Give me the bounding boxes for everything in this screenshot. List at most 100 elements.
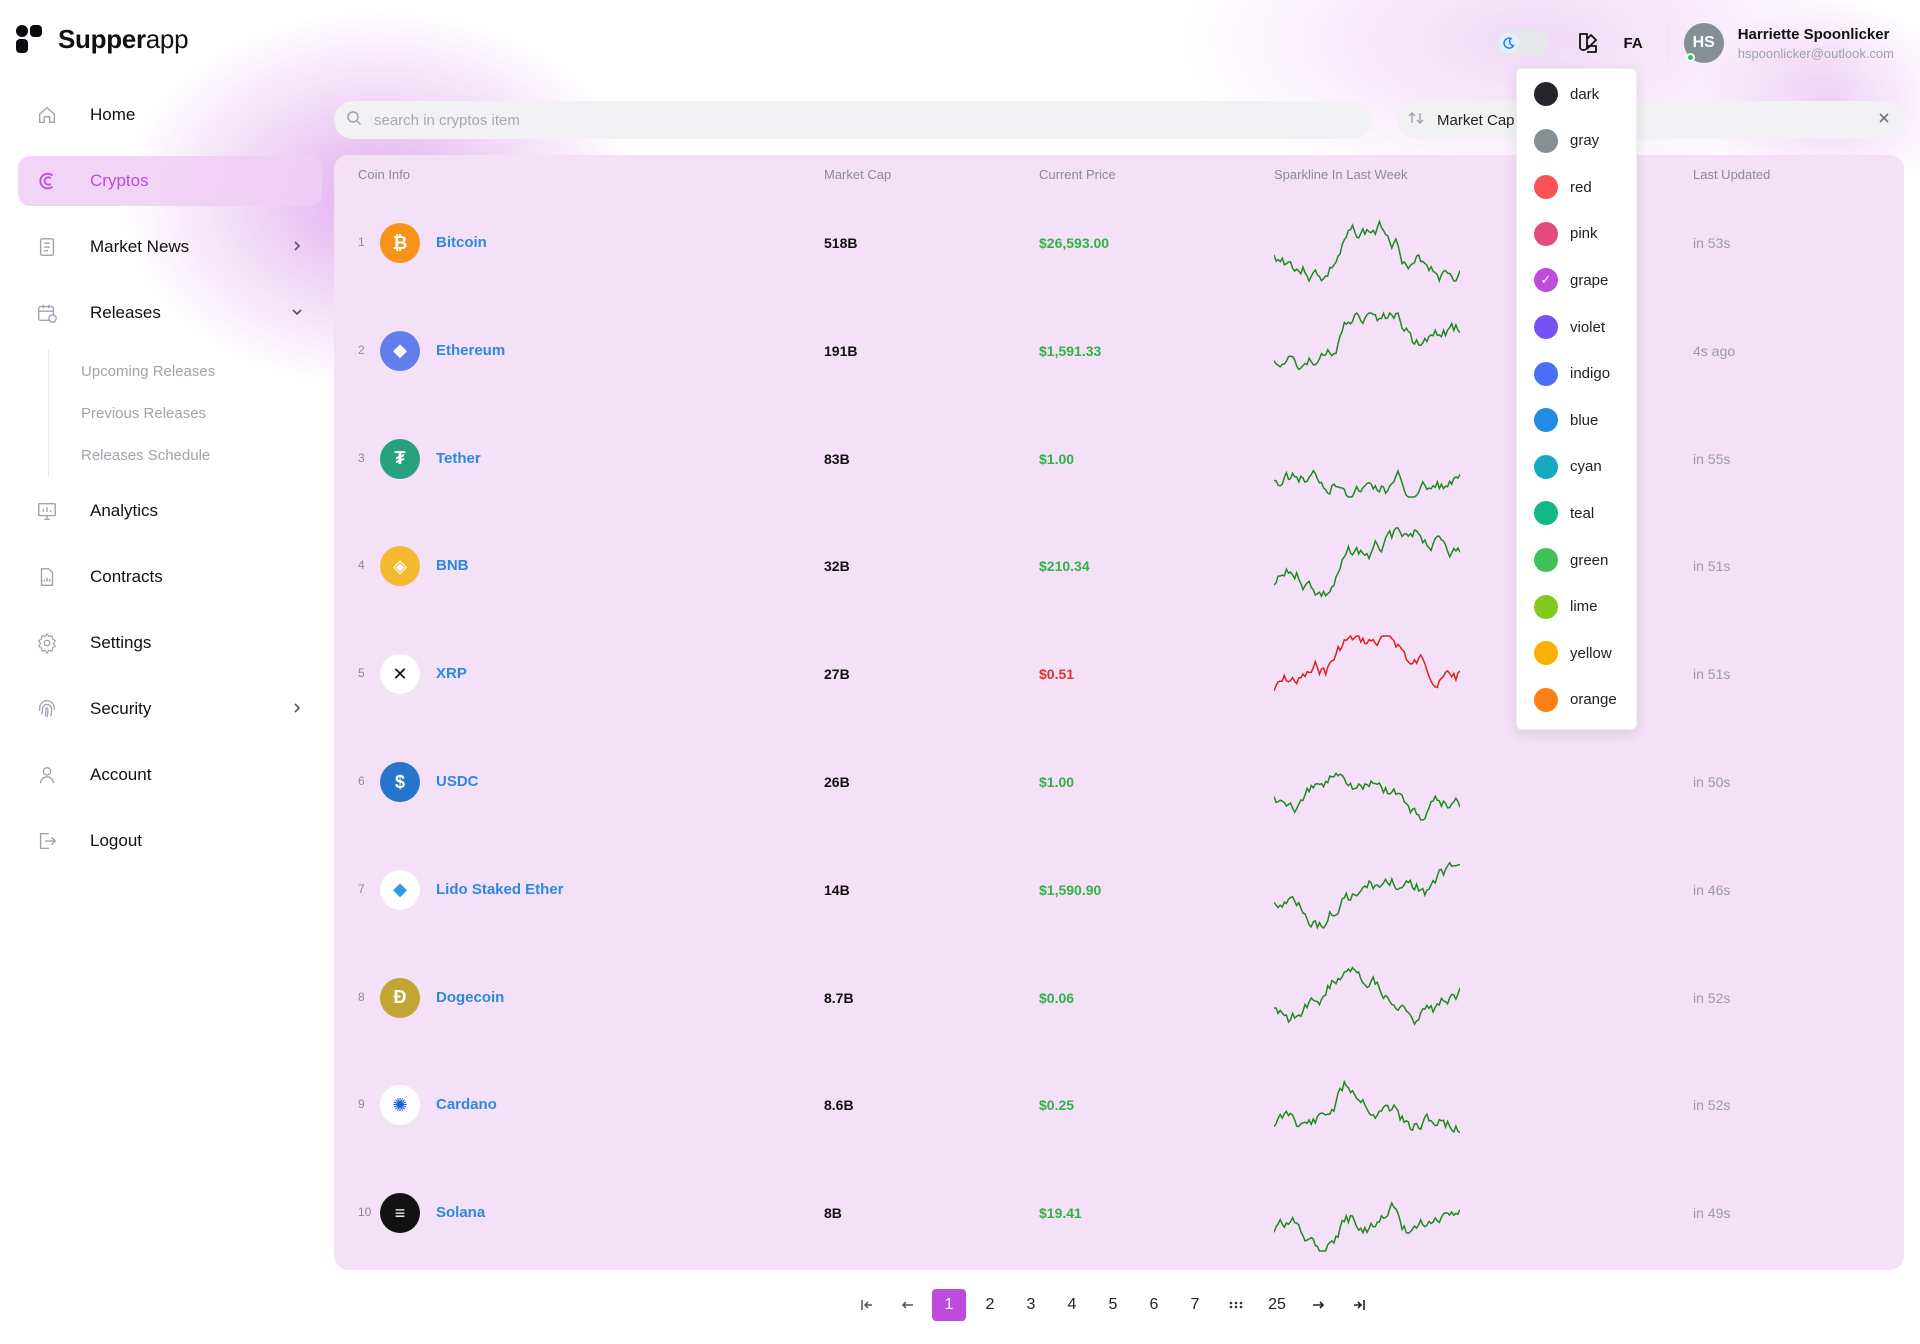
market-cap-value: 8B (824, 1205, 842, 1222)
column-header[interactable]: Current Price (1039, 167, 1116, 182)
last-updated-value: in 49s (1693, 1205, 1731, 1222)
sidebar-item-market-news[interactable]: Market News (18, 222, 322, 272)
market-cap-value: 26B (824, 774, 850, 790)
color-option-red[interactable]: red (1517, 168, 1636, 206)
coin-name-link[interactable]: Bitcoin (436, 234, 487, 251)
sidebar-subitem-upcoming-releases[interactable]: Upcoming Releases (81, 350, 322, 392)
coin-name-link[interactable]: USDC (436, 773, 479, 790)
sidebar-item-logout[interactable]: Logout (18, 816, 322, 866)
color-option-orange[interactable]: orange (1517, 681, 1636, 719)
market-cap-value: 191B (824, 342, 858, 359)
prev-page-button[interactable] (891, 1289, 925, 1321)
page-button-1[interactable]: 1 (932, 1289, 966, 1321)
coin-name-link[interactable]: Tether (436, 450, 481, 467)
column-header[interactable]: Last Updated (1693, 167, 1770, 182)
sidebar-item-contracts[interactable]: Contracts (18, 552, 322, 602)
online-status-dot (1685, 53, 1695, 62)
color-option-cyan[interactable]: cyan (1517, 448, 1636, 486)
coin-name-link[interactable]: Ethereum (436, 342, 505, 359)
page-button-25[interactable]: 25 (1260, 1289, 1294, 1321)
table-row[interactable]: 10 ≡ Solana 8B $19.41 in 49s (334, 1165, 1904, 1270)
crypto-icon (30, 170, 64, 192)
page-button-7[interactable]: 7 (1178, 1289, 1212, 1321)
chevron-down-icon (290, 305, 304, 324)
sparkline-path (1274, 965, 1460, 1026)
clear-sort-icon[interactable] (1877, 111, 1891, 130)
coin-name-link[interactable]: Cardano (436, 1096, 497, 1113)
page-button-6[interactable]: 6 (1137, 1289, 1171, 1321)
column-header[interactable]: Coin Info (358, 167, 410, 182)
sparkline-chart (1274, 861, 1460, 930)
color-option-teal[interactable]: teal (1517, 494, 1636, 532)
color-option-label: red (1570, 178, 1592, 196)
rank-number: 7 (358, 881, 365, 896)
table-row[interactable]: 3 ₮ Tether 83B $1.00 in 55s (334, 411, 1904, 518)
current-price-value: $26,593.00 (1039, 235, 1110, 251)
color-option-yellow[interactable]: yellow (1517, 634, 1636, 672)
color-palette-button[interactable] (1574, 29, 1602, 57)
app-logo[interactable]: Supperapp (16, 24, 189, 55)
search-input[interactable] (374, 111, 1274, 129)
rank-number: 1 (358, 235, 365, 249)
current-price-value: $0.51 (1039, 666, 1075, 683)
page-button-3[interactable]: 3 (1014, 1289, 1048, 1321)
color-option-grape[interactable]: ✓ grape (1517, 261, 1636, 299)
language-button[interactable]: FA (1624, 35, 1643, 52)
table-row[interactable]: 2 ◆ Ethereum 191B $1,591.33 4s ago (334, 303, 1904, 410)
current-price-value: $0.06 (1039, 989, 1075, 1006)
fingerprint-icon (30, 698, 64, 720)
sidebar-subitem-previous-releases[interactable]: Previous Releases (81, 392, 322, 434)
color-option-blue[interactable]: blue (1517, 401, 1636, 439)
first-page-button[interactable] (850, 1289, 884, 1321)
sidebar: Home Cryptos Market News Releases Upcomi… (18, 90, 322, 882)
page-button-4[interactable]: 4 (1055, 1289, 1089, 1321)
sidebar-item-releases[interactable]: Releases (18, 288, 322, 338)
last-updated-value: in 52s (1693, 989, 1731, 1006)
last-page-button[interactable] (1342, 1289, 1376, 1321)
next-page-button[interactable] (1301, 1289, 1335, 1321)
color-option-dark[interactable]: dark (1517, 75, 1636, 113)
table-row[interactable]: 9 ✺ Cardano 8.6B $0.25 in 52s (334, 1057, 1904, 1164)
coin-name-link[interactable]: Lido Staked Ether (436, 881, 564, 898)
sidebar-item-home[interactable]: Home (18, 90, 322, 140)
color-option-green[interactable]: green (1517, 541, 1636, 579)
color-option-lime[interactable]: lime (1517, 588, 1636, 626)
sparkline-path (1274, 861, 1460, 930)
coin-name-link[interactable]: Dogecoin (436, 989, 504, 1006)
color-option-indigo[interactable]: indigo (1517, 355, 1636, 393)
color-option-gray[interactable]: gray (1517, 122, 1636, 160)
table-row[interactable]: 7 ◆ Lido Staked Ether 14B $1,590.90 in 4… (334, 842, 1904, 949)
table-row[interactable]: 8 Ð Dogecoin 8.7B $0.06 in 52s (334, 950, 1904, 1057)
column-header[interactable]: Sparkline In Last Week (1274, 167, 1407, 182)
logout-icon (30, 830, 64, 852)
sidebar-item-settings[interactable]: Settings (18, 618, 322, 668)
rank-number: 8 (358, 989, 365, 1004)
user-email: hspoonlicker@outlook.com (1737, 45, 1894, 61)
user-info[interactable]: Harriette Spoonlicker hspoonlicker@outlo… (1738, 26, 1894, 61)
avatar[interactable]: HS (1683, 23, 1724, 63)
sidebar-item-security[interactable]: Security (18, 684, 322, 734)
column-header[interactable]: Market Cap (824, 167, 891, 182)
color-option-pink[interactable]: pink (1517, 215, 1636, 253)
last-updated-value: 4s ago (1693, 342, 1736, 359)
coin-name-link[interactable]: XRP (436, 665, 467, 682)
coin-name-link[interactable]: Solana (436, 1204, 485, 1221)
sidebar-item-account[interactable]: Account (18, 750, 322, 800)
table-row[interactable]: 6 $ USDC 26B $1.00 in 50s (334, 734, 1904, 841)
table-row[interactable]: 4 ◈ BNB 32B $210.34 in 51s (334, 518, 1904, 625)
coin-logo-icon: ₮ (380, 438, 420, 479)
color-option-violet[interactable]: violet (1517, 308, 1636, 346)
page-button-2[interactable]: 2 (973, 1289, 1007, 1321)
sort-select[interactable]: Market Cap (1397, 101, 1903, 139)
sidebar-subitem-releases-schedule[interactable]: Releases Schedule (81, 434, 322, 476)
page-button-5[interactable]: 5 (1096, 1289, 1130, 1321)
sidebar-item-label: Releases (90, 303, 161, 322)
theme-toggle[interactable] (1495, 30, 1550, 56)
coin-name-link[interactable]: BNB (436, 557, 469, 574)
sidebar-item-analytics[interactable]: Analytics (18, 486, 322, 536)
table-row[interactable]: 5 ✕ XRP 27B $0.51 in 51s (334, 626, 1904, 733)
table-row[interactable]: 1 ₿ Bitcoin 518B $26,593.00 in 53s (334, 195, 1904, 302)
coin-logo-icon: ✺ (380, 1085, 420, 1126)
sidebar-item-label: Account (90, 765, 152, 784)
sidebar-item-cryptos[interactable]: Cryptos (18, 156, 322, 206)
